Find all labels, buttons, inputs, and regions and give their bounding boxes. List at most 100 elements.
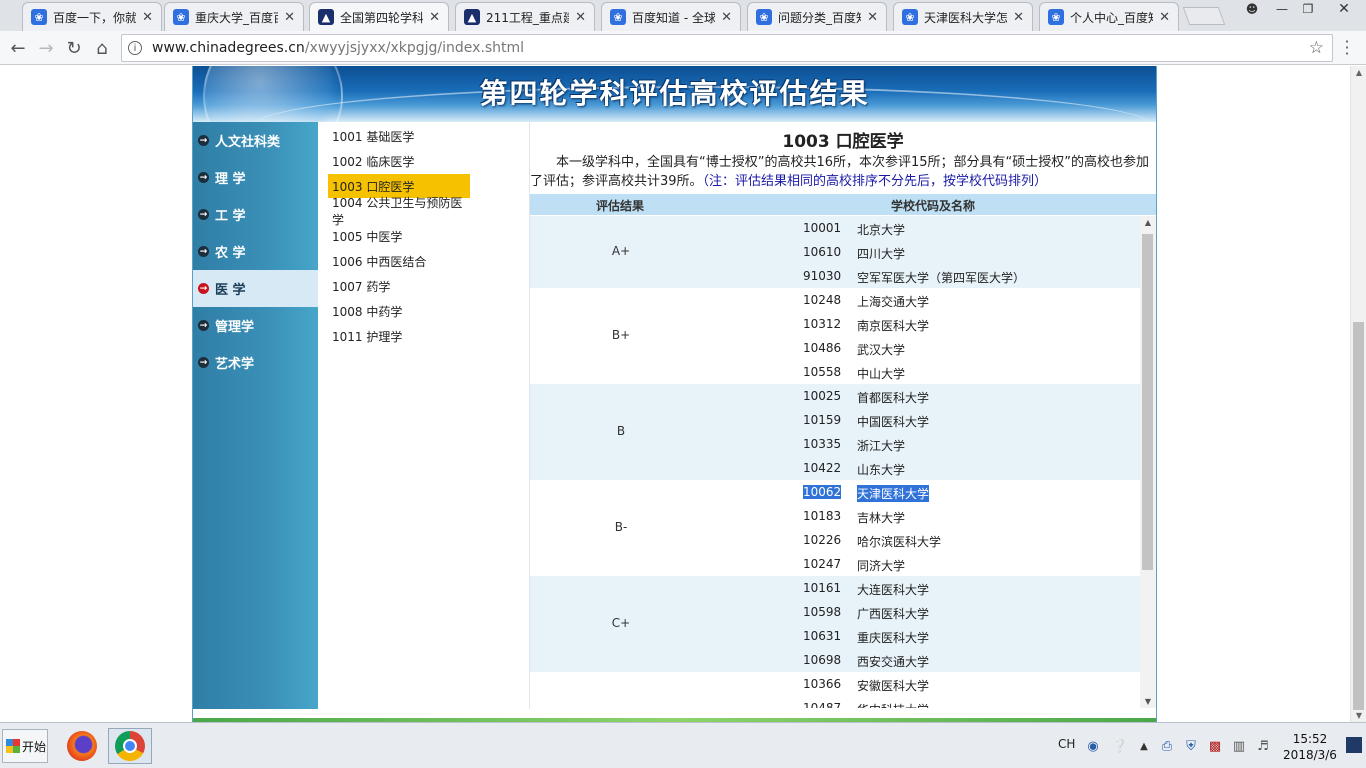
browser-tab[interactable]: ▲ 211工程_重点建 ✕ — [455, 2, 595, 31]
school-code: 10558 — [803, 365, 842, 379]
school-code: 10312 — [803, 317, 842, 331]
restore-button[interactable]: ❐ — [1294, 0, 1322, 18]
discipline-item[interactable]: 1002 临床医学 — [328, 149, 470, 173]
firefox-taskbar-button[interactable] — [60, 728, 104, 764]
browser-tab[interactable]: ❀ 百度知道 - 全球 ✕ — [601, 2, 741, 31]
reload-icon[interactable]: ↻ — [62, 36, 86, 60]
discipline-item[interactable]: 1007 药学 — [328, 274, 470, 298]
browser-tab[interactable]: ❀ 重庆大学_百度百 ✕ — [164, 2, 304, 31]
menu-icon[interactable]: · · · — [1340, 34, 1354, 62]
graduation-cap-icon: ▲ — [464, 9, 480, 25]
discipline-item[interactable]: 1008 中药学 — [328, 299, 470, 323]
tab-close-icon[interactable]: ✕ — [867, 10, 878, 25]
category-item[interactable]: → 医 学 — [193, 270, 318, 307]
grade-group: 10366 安徽医科大学 10487 华中科技大学 — [530, 672, 1140, 708]
scroll-up-arrow[interactable]: ▲ — [1140, 218, 1156, 227]
discipline-item[interactable]: 1001 基础医学 — [328, 124, 470, 148]
browser-tab[interactable]: ▲ 全国第四轮学科 ✕ — [309, 2, 449, 31]
user-icon[interactable]: ☻ — [1238, 0, 1266, 18]
security-icon[interactable]: ▩ — [1207, 738, 1223, 754]
category-item[interactable]: → 工 学 — [193, 196, 318, 233]
forward-icon[interactable]: → — [34, 36, 58, 60]
results-panel: 1003 口腔医学 本一级学科中，全国具有“博士授权”的高校共16所，本次参评1… — [530, 122, 1156, 709]
table-scroll-thumb[interactable] — [1142, 234, 1153, 570]
info-icon[interactable]: i — [128, 41, 142, 55]
language-indicator[interactable]: CH — [1058, 737, 1075, 751]
school-code: 10159 — [803, 413, 842, 427]
tab-close-icon[interactable]: ✕ — [284, 10, 295, 25]
arrow-bullet-icon: → — [198, 209, 209, 220]
category-item[interactable]: → 农 学 — [193, 233, 318, 270]
tab-close-icon[interactable]: ✕ — [575, 10, 586, 25]
chrome-taskbar-button[interactable] — [108, 728, 152, 764]
browser-tab[interactable]: ❀ 百度一下，你就 ✕ — [22, 2, 162, 31]
discipline-item[interactable]: 1006 中西医结合 — [328, 249, 470, 273]
baidu-paw-icon: ❀ — [902, 9, 918, 25]
clock[interactable]: 15:52 2018/3/6 — [1278, 731, 1342, 763]
browser-tab[interactable]: ❀ 天津医科大学怎 ✕ — [893, 2, 1033, 31]
signal-icon[interactable]: ▥ — [1231, 738, 1247, 754]
table-row: 10631 重庆医科大学 — [530, 624, 1140, 648]
school-code: 10226 — [803, 533, 842, 547]
grade-group: B+ 10248 上海交通大学 10312 南京医科大学 10486 武汉大学 10558 中山… — [530, 288, 1140, 384]
new-tab-button[interactable] — [1182, 7, 1226, 25]
page-scroll-thumb[interactable] — [1353, 322, 1364, 710]
school-code: 10486 — [803, 341, 842, 355]
table-row: 10183 吉林大学 — [530, 504, 1140, 528]
browser-toolbar: ← → ↻ ⌂ i www.chinadegrees.cn/xwyyjsjyxx… — [0, 31, 1366, 65]
tab-close-icon[interactable]: ✕ — [429, 10, 440, 25]
school-name: 北京大学 — [857, 223, 906, 237]
category-item[interactable]: → 艺术学 — [193, 344, 318, 381]
tab-close-icon[interactable]: ✕ — [1159, 10, 1170, 25]
discipline-item[interactable]: 1011 护理学 — [328, 324, 470, 348]
page-scroll-up[interactable]: ▲ — [1351, 68, 1366, 77]
table-row: 10247 同济大学 — [530, 552, 1140, 576]
close-window-button[interactable]: ✕ — [1322, 0, 1366, 18]
category-item[interactable]: → 管理学 — [193, 307, 318, 344]
school-code: 10335 — [803, 437, 842, 451]
back-icon[interactable]: ← — [6, 36, 30, 60]
home-icon[interactable]: ⌂ — [90, 36, 114, 60]
scroll-down-arrow[interactable]: ▼ — [1140, 697, 1156, 706]
address-bar[interactable]: i www.chinadegrees.cn/xwyyjsjyxx/xkpgjg/… — [121, 34, 1333, 62]
school-code: 10247 — [803, 557, 842, 571]
table-row: 10610 四川大学 — [530, 240, 1140, 264]
header-grade: 评估结果 — [596, 199, 645, 213]
discipline-item[interactable]: 1005 中医学 — [328, 224, 470, 248]
minimize-button[interactable]: — — [1268, 0, 1296, 18]
table-row: 10335 浙江大学 — [530, 432, 1140, 456]
shield-icon[interactable]: ⛨ — [1183, 738, 1199, 754]
arrow-bullet-icon: → — [198, 246, 209, 257]
arrow-bullet-icon: → — [198, 135, 209, 146]
results-table[interactable]: A+ 10001 北京大学 10610 四川大学 91030 空军军医大学（第四军医大学） B… — [530, 216, 1140, 708]
category-label: 医 学 — [215, 283, 246, 298]
tab-close-icon[interactable]: ✕ — [721, 10, 732, 25]
url-host: www.chinadegrees.cn — [152, 40, 305, 56]
discipline-item[interactable]: 1004 公共卫生与预防医学 — [328, 196, 470, 227]
input-method-icon[interactable]: ⎙ — [1159, 738, 1175, 754]
tab-label: 百度一下，你就 — [53, 10, 137, 25]
table-row: 10558 中山大学 — [530, 360, 1140, 384]
start-button[interactable]: 开始 — [2, 729, 48, 763]
category-item[interactable]: → 人文社科类 — [193, 122, 318, 159]
browser-tab[interactable]: ❀ 个人中心_百度知 ✕ — [1039, 2, 1179, 31]
school-name: 吉林大学 — [857, 511, 906, 525]
firefox-icon — [67, 731, 97, 761]
show-desktop-button[interactable] — [1346, 737, 1362, 753]
page-scroll-down[interactable]: ▼ — [1351, 711, 1366, 720]
tab-close-icon[interactable]: ✕ — [142, 10, 153, 25]
category-item[interactable]: → 理 学 — [193, 159, 318, 196]
school-code: 10487 — [803, 701, 842, 708]
table-scrollbar[interactable]: ▲ ▼ — [1140, 216, 1156, 708]
browser-tab[interactable]: ❀ 问题分类_百度知 ✕ — [747, 2, 887, 31]
site-frame: 第四轮学科评估高校评估结果 → 人文社科类 → 理 学 → 工 学 → 农 学 → 医 学 → 管理学… — [192, 66, 1157, 722]
tray-expand-icon[interactable]: ▲ — [1136, 738, 1152, 754]
volume-icon[interactable]: ♬ — [1255, 738, 1271, 754]
network-globe-icon[interactable]: ◉ — [1085, 738, 1101, 754]
school-name: 山东大学 — [857, 463, 906, 477]
tab-close-icon[interactable]: ✕ — [1013, 10, 1024, 25]
page-scrollbar[interactable]: ▲ ▼ — [1350, 66, 1366, 722]
bookmark-star-icon[interactable]: ☆ — [1309, 38, 1324, 58]
header-school: 学校代码及名称 — [891, 199, 976, 213]
help-icon[interactable]: ❔ — [1112, 738, 1128, 754]
